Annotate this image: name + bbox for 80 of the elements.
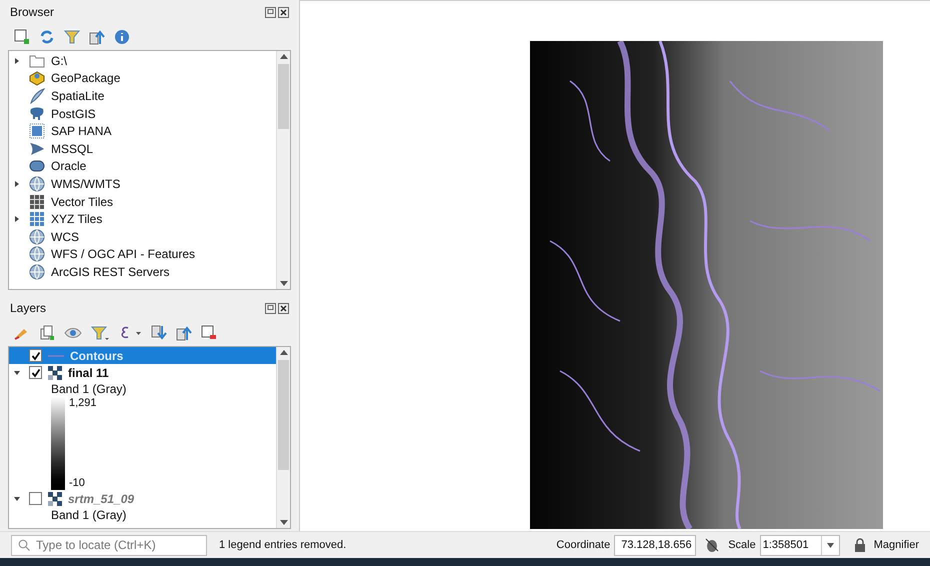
expand-arrow-icon[interactable] (14, 370, 20, 376)
browser-item[interactable]: G:\ (51, 52, 68, 70)
folder-icon (29, 52, 45, 69)
browser-item[interactable]: ArcGIS REST Servers (51, 262, 170, 281)
globe-icon (29, 228, 45, 245)
expand-arrow-icon[interactable] (14, 496, 20, 502)
box-icon (29, 70, 45, 86)
close-icon[interactable] (278, 302, 289, 314)
float-panel-icon[interactable] (265, 302, 276, 314)
globe-icon (29, 264, 45, 280)
panel-title: Browser (10, 4, 54, 21)
square-icon (29, 123, 45, 140)
line-symbol-icon (48, 354, 64, 356)
feather-icon (29, 88, 45, 104)
globe-icon (29, 176, 45, 192)
add-layer-icon[interactable] (14, 29, 30, 45)
layer-checkbox[interactable] (29, 366, 42, 379)
band-label: Band 1 (Gray) (51, 507, 128, 523)
layer-row[interactable]: srtm_51_09 (9, 490, 276, 507)
layer-name: Contours (70, 348, 124, 364)
tiles-icon (29, 211, 45, 228)
layer-row[interactable]: final 11 (9, 364, 276, 381)
eye-icon[interactable] (64, 325, 82, 341)
collapse-all-icon[interactable] (89, 29, 105, 45)
scroll-up-arrow-icon[interactable] (280, 54, 288, 59)
status-message: 1 legend entries removed. (219, 538, 346, 553)
layer-name: final 11 (68, 364, 109, 382)
add-group-icon[interactable] (39, 325, 55, 341)
browser-item[interactable]: WMS/WMTS (51, 174, 120, 193)
max-value: 1,291 (69, 397, 97, 410)
expand-arrow-icon[interactable] (14, 58, 20, 64)
layer-checkbox[interactable] (29, 349, 42, 362)
browser-item[interactable]: SAP HANA (51, 122, 112, 140)
caret-icon (826, 542, 834, 548)
browser-item[interactable]: Oracle (51, 157, 86, 176)
browser-item[interactable]: WFS / OGC API - Features (51, 245, 196, 264)
remove-layer-icon[interactable] (201, 325, 217, 341)
scroll-thumb[interactable] (278, 64, 289, 129)
magnifier-label: Magnifier (874, 538, 919, 553)
map-canvas[interactable] (300, 0, 930, 531)
scroll-thumb[interactable] (278, 360, 289, 470)
close-icon[interactable] (278, 6, 289, 18)
collapse-all-icon[interactable] (176, 325, 192, 341)
filter-icon[interactable] (64, 29, 80, 45)
browser-item[interactable]: MSSQL (51, 140, 94, 158)
layer-checkbox[interactable] (29, 492, 42, 505)
browser-item[interactable]: XYZ Tiles (51, 210, 102, 228)
globe-icon (29, 246, 45, 262)
scale-label: Scale (728, 538, 756, 553)
search-icon (18, 539, 30, 551)
browser-item[interactable]: GeoPackage (51, 69, 120, 88)
scrollbar[interactable] (276, 51, 290, 289)
coordinate-field[interactable]: 73.128,18.656 (614, 534, 696, 556)
browser-item[interactable]: Vector Tiles (51, 192, 114, 211)
refresh-icon[interactable] (39, 29, 55, 45)
browser-item[interactable]: PostGIS (51, 104, 96, 123)
min-value: -10 (69, 477, 86, 490)
browser-item[interactable]: WCS (51, 228, 79, 246)
locate-field[interactable]: Type to locate (Ctrl+K) (11, 534, 207, 556)
band-label: Band 1 (Gray) (51, 381, 128, 397)
scroll-up-arrow-icon[interactable] (280, 350, 288, 355)
grid-icon (29, 194, 45, 210)
info-icon[interactable] (114, 29, 130, 45)
raster-icon (48, 492, 62, 506)
raster-icon (48, 366, 62, 380)
browser-item[interactable]: SpatiaLite (51, 86, 104, 105)
expand-arrow-icon[interactable] (14, 180, 20, 187)
layer-name: srtm_51_09 (68, 490, 134, 508)
filter-icon[interactable] (91, 325, 109, 341)
panel-title: Layers (10, 300, 46, 317)
mouse-icon[interactable] (704, 537, 720, 553)
float-panel-icon[interactable] (265, 6, 276, 18)
lock-icon[interactable] (854, 538, 866, 552)
scroll-down-arrow-icon[interactable] (280, 520, 288, 525)
coordinate-label: Coordinate (556, 538, 610, 553)
expand-arrow-icon[interactable] (14, 216, 20, 222)
scroll-down-arrow-icon[interactable] (280, 281, 288, 286)
scrollbar[interactable] (276, 347, 290, 528)
expand-all-icon[interactable] (151, 325, 167, 341)
scale-dropdown[interactable]: 1:358501 (760, 534, 840, 556)
